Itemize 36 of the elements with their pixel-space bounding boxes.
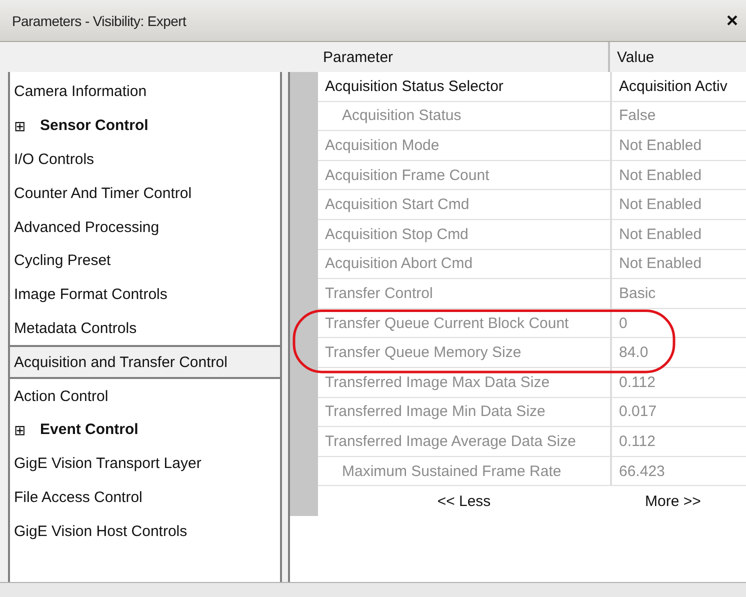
sidebar-item[interactable]: Cycling Preset [8,244,282,278]
parameter-name: Transfer Queue Current Block Count [324,314,570,334]
sidebar-group[interactable]: Event Control [40,421,138,438]
sidebar-item[interactable]: Advanced Processing [8,210,282,244]
sidebar-item[interactable]: Action Control [8,379,282,413]
sidebar-item[interactable]: Metadata Controls [8,312,282,346]
window-title: Parameters - Visibility: Expert [12,12,188,28]
sidebar-item[interactable]: I/O Controls [8,142,282,176]
column-header[interactable]: Parameter [316,42,608,72]
parameter-name: Acquisition Status Selector [324,76,504,97]
parameter-name: Transfer Queue Memory Size [324,343,522,364]
parameter-name: Transferred Image Max Data Size [324,372,551,393]
sidebar-item[interactable]: Acquisition and Transfer Control [8,345,282,380]
parameter-name: Transferred Image Average Data Size [324,432,577,452]
less-button[interactable]: << Less [437,492,491,510]
more-button[interactable]: More >> [645,492,701,510]
sidebar-item[interactable]: GigE Vision Host Controls [8,514,282,548]
parameter-name: Acquisition Start Cmd [324,195,470,216]
close-button[interactable]: × [726,10,738,30]
parameter-name: Acquisition Frame Count [324,166,490,186]
sidebar-item[interactable]: GigE Vision Transport Layer [8,446,282,481]
sidebar-item[interactable]: Camera Information [8,75,282,109]
sidebar-item[interactable]: File Access Control [8,480,282,514]
parameter-name: Maximum Sustained Frame Rate [341,462,562,482]
sidebar-item[interactable]: Image Format Controls [8,278,282,312]
parameter-name: Acquisition Status [341,106,462,126]
parameter-name: Acquisition Abort Cmd [324,254,474,274]
expand-icon[interactable]: ⊞ [14,422,28,437]
parameter-name: Transfer Control [324,284,434,304]
expand-icon[interactable]: ⊞ [14,118,28,133]
sidebar-group[interactable]: Sensor Control [40,117,148,134]
parameter-name: Transferred Image Min Data Size [324,402,546,422]
parameter-value[interactable]: Acquisition Activ [610,72,746,101]
parameter-name: Acquisition Stop Cmd [324,224,470,245]
parameter-name: Acquisition Mode [324,136,440,156]
sidebar-item[interactable]: Counter And Timer Control [8,176,282,210]
